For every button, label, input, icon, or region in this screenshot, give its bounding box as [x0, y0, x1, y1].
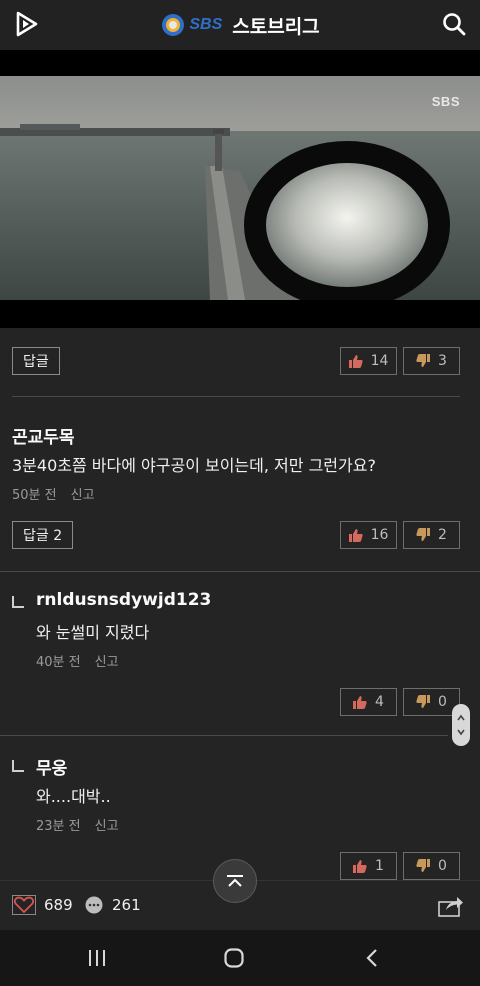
- reply-meta: 23분 전 신고: [36, 815, 133, 834]
- like-count: 14: [370, 353, 389, 369]
- thumbs-up-icon: [353, 860, 367, 873]
- video-player[interactable]: SBS: [0, 50, 480, 328]
- thumbs-up-icon: [348, 529, 363, 542]
- sbs-logo: SBS: [160, 12, 222, 38]
- comment-bubble-icon: [85, 896, 103, 914]
- report-link[interactable]: 신고: [95, 819, 119, 834]
- reply-text: 와 눈썰미 지렸다: [36, 623, 150, 642]
- sbs-logo-mark-icon: [162, 14, 185, 36]
- divider: [0, 571, 480, 572]
- search-icon[interactable]: [440, 10, 468, 38]
- scrollbar-handle[interactable]: [452, 704, 470, 746]
- comment-text: 3분40초쯤 바다에 야구공이 보이는데, 저만 그런가요?: [12, 456, 376, 475]
- scroll-up-down-icon: [457, 714, 465, 736]
- system-navigation-bar: [0, 930, 480, 986]
- thumbs-down-icon: [416, 528, 431, 541]
- share-icon[interactable]: [438, 895, 464, 917]
- page-title: 스토브리그: [232, 15, 320, 38]
- reply-author: 무웅: [36, 759, 68, 779]
- reply-text: 와....대박..: [36, 787, 111, 806]
- brand[interactable]: SBS 스토브리그: [160, 12, 320, 39]
- reply-meta: 40분 전 신고: [36, 651, 133, 670]
- reply-count-button[interactable]: 답글 2: [12, 521, 74, 549]
- like-button[interactable]: 16: [340, 521, 397, 549]
- thumbs-up-icon: [348, 355, 363, 368]
- recent-apps-icon[interactable]: [86, 947, 108, 969]
- top-app-bar: SBS 스토브리그: [0, 0, 480, 50]
- reply-button[interactable]: 답글: [12, 347, 60, 375]
- report-link[interactable]: 신고: [95, 655, 119, 670]
- comment-total: 261: [112, 896, 141, 914]
- like-count: 16: [370, 527, 389, 543]
- video-thumbnail-image: [0, 76, 480, 300]
- thumbs-up-icon: [353, 696, 367, 709]
- reply-author: rnldusnsdywjd123: [36, 590, 212, 610]
- video-watermark: SBS: [431, 94, 460, 109]
- scroll-to-top-button[interactable]: [213, 859, 257, 903]
- home-icon[interactable]: [223, 947, 245, 969]
- dislike-count: 2: [438, 527, 447, 543]
- video-frame: SBS: [0, 76, 480, 300]
- heart-icon: [12, 895, 36, 915]
- like-total: 689: [44, 896, 73, 914]
- dislike-button[interactable]: 0: [403, 852, 460, 880]
- like-button[interactable]: 14: [340, 347, 397, 375]
- reply-time: 40분 전: [36, 655, 81, 670]
- dislike-button[interactable]: 3: [403, 347, 460, 375]
- sbs-logo-text: SBS: [189, 16, 223, 33]
- dislike-count: 0: [438, 694, 447, 710]
- like-button[interactable]: 1: [340, 852, 397, 880]
- comment-author: 곤교두목: [12, 428, 75, 448]
- dislike-count: 0: [438, 858, 447, 874]
- comment-stat[interactable]: 261: [84, 895, 141, 915]
- comment-time: 50분 전: [12, 488, 57, 503]
- reply-time: 23분 전: [36, 819, 81, 834]
- divider: [0, 735, 448, 736]
- thumbs-down-icon: [416, 354, 431, 367]
- thumbs-down-icon: [416, 859, 431, 872]
- reply-indicator-icon: [12, 760, 24, 772]
- comment-actions: 답글 2 16 2: [12, 521, 460, 551]
- divider: [12, 396, 460, 397]
- report-link[interactable]: 신고: [71, 488, 95, 503]
- dislike-count: 3: [438, 353, 447, 369]
- reply-indicator-icon: [12, 596, 24, 608]
- thumbs-down-icon: [416, 695, 431, 708]
- like-button[interactable]: 4: [340, 688, 397, 716]
- dislike-button[interactable]: 2: [403, 521, 460, 549]
- like-count: 4: [375, 694, 384, 710]
- like-stat[interactable]: 689: [12, 895, 73, 915]
- chevron-up-icon: [227, 875, 243, 887]
- comment-meta: 50분 전 신고: [12, 484, 109, 503]
- play-icon[interactable]: [12, 10, 40, 38]
- back-icon[interactable]: [362, 947, 384, 969]
- reply-actions: 4 0: [12, 688, 460, 718]
- post-actions: 답글 14 3: [12, 347, 460, 377]
- like-count: 1: [375, 858, 384, 874]
